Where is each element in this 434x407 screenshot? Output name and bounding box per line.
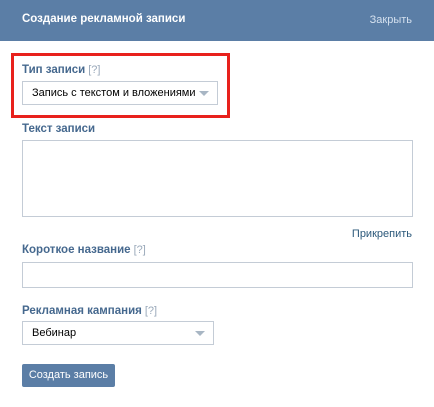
- ad-post-dialog: Создание рекламной записи Закрыть Тип за…: [0, 0, 434, 407]
- post-type-select[interactable]: Запись с текстом и вложениями: [22, 81, 218, 105]
- attach-link[interactable]: Прикрепить: [352, 228, 412, 240]
- short-name-label-text: Короткое название: [22, 244, 131, 256]
- campaign-selected-value: Вебинар: [32, 327, 77, 339]
- post-text-textarea[interactable]: [22, 140, 413, 217]
- post-text-label: Текст записи: [22, 123, 96, 135]
- create-post-button[interactable]: Создать запись: [22, 364, 115, 387]
- short-name-help-link[interactable]: [?]: [134, 244, 146, 256]
- campaign-label-text: Рекламная кампания: [22, 305, 142, 317]
- dialog-title: Создание рекламной записи: [22, 13, 186, 25]
- post-type-label: Тип записи [?]: [22, 64, 100, 76]
- short-name-label: Короткое название [?]: [22, 244, 146, 256]
- short-name-input[interactable]: [22, 262, 413, 288]
- campaign-label: Рекламная кампания [?]: [22, 305, 157, 317]
- chevron-down-icon: [199, 91, 209, 96]
- campaign-help-link[interactable]: [?]: [145, 305, 157, 317]
- post-type-label-text: Тип записи: [22, 64, 86, 76]
- close-link[interactable]: Закрыть: [370, 14, 412, 26]
- campaign-select[interactable]: Вебинар: [22, 321, 214, 345]
- post-type-help-link[interactable]: [?]: [88, 64, 100, 76]
- dialog-header: Создание рекламной записи Закрыть: [0, 0, 434, 41]
- post-type-selected-value: Запись с текстом и вложениями: [32, 87, 196, 99]
- chevron-down-icon: [195, 331, 205, 336]
